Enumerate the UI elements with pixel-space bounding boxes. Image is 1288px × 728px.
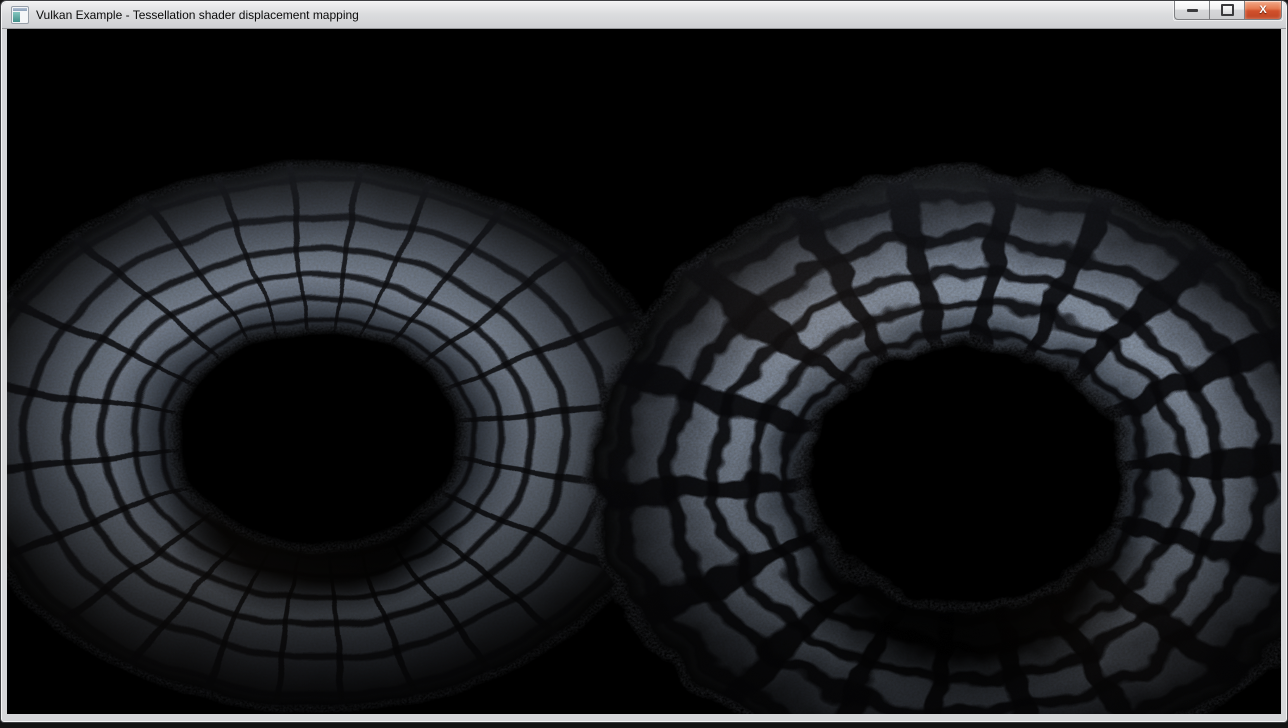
minimize-icon	[1187, 9, 1198, 12]
torus-displaced-wrap	[7, 29, 1281, 714]
window-title: Vulkan Example - Tessellation shader dis…	[36, 8, 359, 22]
title-bar[interactable]: Vulkan Example - Tessellation shader dis…	[2, 2, 1286, 29]
close-icon: X	[1259, 5, 1266, 16]
app-window: Vulkan Example - Tessellation shader dis…	[0, 0, 1288, 723]
vulkan-render-viewport[interactable]	[7, 29, 1281, 714]
minimize-button[interactable]	[1174, 1, 1210, 20]
application-window-icon[interactable]	[11, 6, 29, 24]
maximize-button[interactable]	[1209, 1, 1245, 20]
maximize-icon	[1221, 4, 1234, 16]
close-button[interactable]: X	[1244, 1, 1282, 20]
window-controls: X	[1174, 1, 1282, 20]
torus-displaced	[575, 125, 1281, 714]
